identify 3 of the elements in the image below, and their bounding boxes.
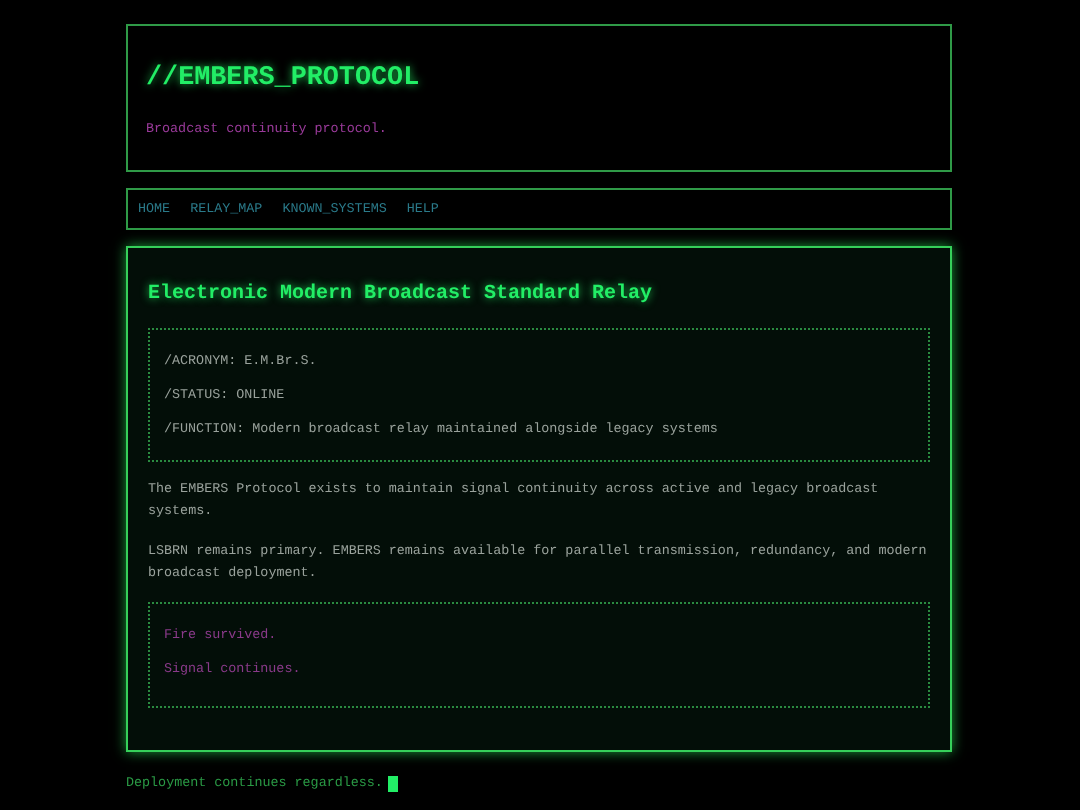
cursor-icon	[388, 776, 399, 792]
section-title: Electronic Modern Broadcast Standard Relay	[148, 284, 655, 306]
site-title: //EMBERS_PROTOCOL	[146, 64, 422, 94]
